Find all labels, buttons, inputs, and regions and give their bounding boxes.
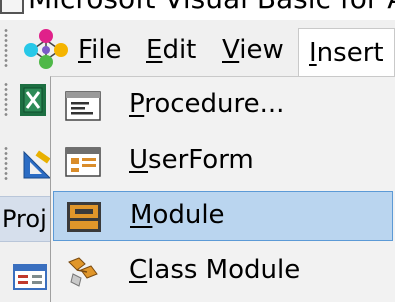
- menu-file[interactable]: File: [78, 32, 122, 68]
- menu-item-userform[interactable]: UserForm: [53, 137, 393, 187]
- menu-item-label: Module: [130, 200, 225, 230]
- menu-item-label: Procedure...: [129, 89, 285, 119]
- toolbar-grip[interactable]: [4, 28, 8, 68]
- class-module-icon: [68, 257, 98, 287]
- menu-item-class-module[interactable]: Class Module: [53, 247, 393, 297]
- window-title: Microsoft Visual Basic for A: [28, 0, 395, 15]
- project-label: Proj: [2, 205, 47, 233]
- toolbar-grip-2[interactable]: [4, 82, 8, 116]
- module-icon: [67, 202, 101, 232]
- project-pane-header[interactable]: Proj: [0, 196, 52, 242]
- project-view-icon[interactable]: [12, 262, 48, 292]
- design-mode-icon[interactable]: [22, 148, 52, 182]
- menu-insert[interactable]: Insert: [298, 28, 395, 77]
- procedure-icon: [65, 91, 101, 121]
- vba-app-icon[interactable]: [22, 26, 70, 70]
- window-icon: [0, 0, 24, 14]
- menu-bar: File Edit View Insert: [0, 20, 395, 77]
- insert-menu-dropdown: Procedure... UserForm Module Class Modul…: [50, 76, 395, 302]
- title-bar: Microsoft Visual Basic for A: [0, 0, 395, 18]
- excel-icon[interactable]: [18, 82, 48, 118]
- userform-icon: [65, 147, 101, 177]
- menu-edit[interactable]: Edit: [146, 32, 196, 68]
- menu-item-procedure[interactable]: Procedure...: [53, 81, 393, 131]
- menu-item-label: UserForm: [129, 145, 254, 175]
- toolbar-grip-3[interactable]: [4, 146, 8, 180]
- menu-view[interactable]: View: [222, 32, 284, 68]
- menu-item-label: Class Module: [129, 255, 301, 285]
- menu-item-module[interactable]: Module: [53, 191, 393, 241]
